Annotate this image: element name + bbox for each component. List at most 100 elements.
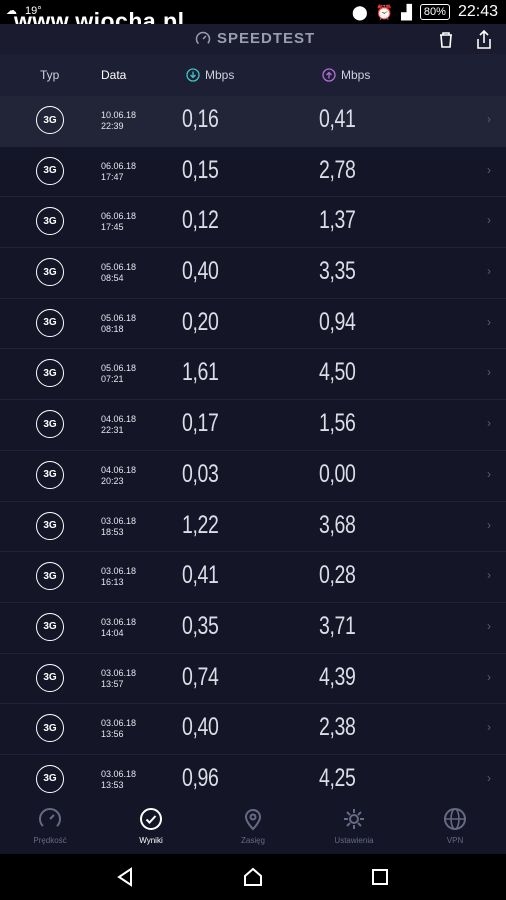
chevron-right-icon: › — [487, 213, 491, 228]
result-datetime: 05.06.18 08:18 — [101, 313, 136, 335]
result-time: 13:57 — [101, 678, 124, 689]
result-datetime: 03.06.18 16:13 — [101, 566, 136, 588]
result-row[interactable]: 3G 10.06.18 22:39 0,16 0,41 › — [0, 96, 506, 147]
result-row[interactable]: 3G 03.06.18 18:53 1,22 3,68 › — [0, 502, 506, 553]
result-date: 03.06.18 — [101, 718, 137, 729]
download-speed: 0,15 — [182, 155, 219, 184]
nav-vpn-label: VPN — [446, 836, 464, 845]
download-speed: 0,17 — [182, 409, 219, 438]
upload-speed: 0,94 — [319, 307, 356, 336]
download-speed: 0,16 — [182, 105, 219, 133]
app-title: SPEEDTEST — [195, 30, 315, 47]
upload-speed: 2,38 — [319, 713, 356, 742]
download-speed: 0,74 — [182, 662, 219, 691]
network-type-badge: 3G — [36, 410, 64, 439]
result-date: 03.06.18 — [101, 616, 137, 627]
back-icon[interactable] — [114, 866, 136, 888]
nav-speed-label: Prędkość — [33, 836, 67, 845]
result-time: 07:21 — [101, 374, 124, 385]
network-type-badge: 3G — [36, 156, 64, 185]
chevron-right-icon: › — [487, 112, 491, 126]
bottom-navigation: Prędkość Wyniki Zasięg Ustawienia VPN — [0, 800, 506, 854]
result-time: 16:13 — [101, 577, 124, 588]
network-type-badge: 3G — [36, 308, 64, 337]
result-time: 17:47 — [101, 171, 124, 182]
network-type-badge: 3G — [36, 460, 64, 489]
chevron-right-icon: › — [487, 162, 491, 177]
location-pin-icon — [244, 809, 262, 831]
chevron-right-icon: › — [487, 618, 491, 633]
result-row[interactable]: 3G 05.06.18 07:21 1,61 4,50 › — [0, 349, 506, 401]
download-speed: 0,40 — [182, 713, 219, 742]
result-row[interactable]: 3G 03.06.18 13:53 0,96 4,25 › — [0, 755, 506, 806]
result-row[interactable]: 3G 03.06.18 13:57 0,74 4,39 › — [0, 654, 506, 705]
recents-icon[interactable] — [369, 866, 391, 888]
column-date[interactable]: Data — [101, 68, 126, 82]
upload-speed: 4,25 — [319, 763, 356, 792]
check-circle-icon — [140, 808, 162, 830]
result-row[interactable]: 3G 03.06.18 16:13 0,41 0,28 › — [0, 552, 506, 603]
upload-speed: 1,37 — [319, 206, 356, 235]
nav-coverage[interactable]: Zasięg — [213, 806, 293, 845]
column-download[interactable]: Mbps — [186, 68, 234, 82]
nav-coverage-label: Zasięg — [240, 836, 265, 845]
chevron-right-icon: › — [487, 466, 491, 481]
share-icon[interactable] — [472, 28, 496, 52]
column-upload[interactable]: Mbps — [322, 68, 370, 82]
nav-settings[interactable]: Ustawienia — [314, 806, 394, 845]
nav-speed[interactable]: Prędkość — [10, 806, 90, 845]
network-type-badge: 3G — [36, 106, 64, 134]
result-date: 03.06.18 — [101, 515, 137, 526]
result-datetime: 03.06.18 18:53 — [101, 516, 136, 538]
result-time: 22:39 — [101, 121, 124, 131]
download-speed: 1,61 — [182, 358, 219, 387]
system-navigation-bar — [0, 854, 506, 900]
network-type-badge: 3G — [36, 764, 64, 793]
result-datetime: 03.06.18 13:53 — [101, 769, 136, 791]
chevron-right-icon: › — [487, 416, 491, 431]
download-speed: 0,96 — [182, 763, 219, 792]
result-row[interactable]: 3G 05.06.18 08:54 0,40 3,35 › — [0, 248, 506, 299]
upload-speed: 3,68 — [319, 510, 356, 539]
download-arrow-icon — [186, 68, 200, 82]
speedometer-icon — [195, 31, 211, 46]
network-type-badge: 3G — [36, 207, 64, 236]
result-row[interactable]: 3G 03.06.18 13:56 0,40 2,38 › — [0, 704, 506, 755]
result-time: 08:54 — [101, 273, 124, 284]
result-time: 22:31 — [101, 425, 124, 436]
clock: 22:43 — [457, 3, 498, 20]
result-row[interactable]: 3G 03.06.18 14:04 0,35 3,71 › — [0, 603, 506, 654]
chevron-right-icon: › — [487, 770, 491, 785]
nav-results[interactable]: Wyniki — [111, 806, 191, 845]
upload-speed: 0,28 — [319, 561, 356, 590]
result-row[interactable]: 3G 06.06.18 17:45 0,12 1,37 › — [0, 197, 506, 249]
nav-vpn[interactable]: VPN — [415, 806, 495, 845]
network-type-badge: 3G — [36, 258, 64, 287]
alarm-icon: ⏰ — [375, 3, 394, 20]
result-datetime: 06.06.18 17:45 — [101, 211, 136, 233]
result-row[interactable]: 3G 04.06.18 20:23 0,03 0,00 › — [0, 451, 506, 502]
trash-icon[interactable] — [434, 28, 458, 52]
download-speed: 1,22 — [182, 510, 219, 539]
result-row[interactable]: 3G 04.06.18 22:31 0,17 1,56 › — [0, 400, 506, 451]
results-column-header: Typ Data Mbps Mbps — [0, 54, 506, 96]
column-type[interactable]: Typ — [40, 68, 59, 82]
network-type-badge: 3G — [36, 714, 64, 743]
result-time: 13:56 — [101, 729, 124, 740]
result-row[interactable]: 3G 05.06.18 08:18 0,20 0,94 › — [0, 299, 506, 350]
home-icon[interactable] — [242, 866, 264, 888]
chevron-right-icon: › — [487, 264, 491, 279]
result-date: 03.06.18 — [101, 667, 137, 678]
network-type-badge: 3G — [36, 562, 64, 591]
result-date: 06.06.18 — [101, 211, 137, 222]
app-header: SPEEDTEST — [0, 24, 506, 54]
result-row[interactable]: 3G 06.06.18 17:47 0,15 2,78 › — [0, 147, 506, 198]
download-speed: 0,03 — [182, 459, 219, 488]
upload-speed: 4,39 — [319, 662, 356, 691]
chevron-right-icon: › — [487, 365, 491, 380]
chevron-right-icon: › — [487, 517, 491, 532]
app-title-text: SPEEDTEST — [217, 30, 316, 47]
result-time: 13:53 — [101, 779, 124, 790]
upload-arrow-icon — [322, 68, 336, 82]
result-datetime: 04.06.18 22:31 — [101, 414, 136, 436]
